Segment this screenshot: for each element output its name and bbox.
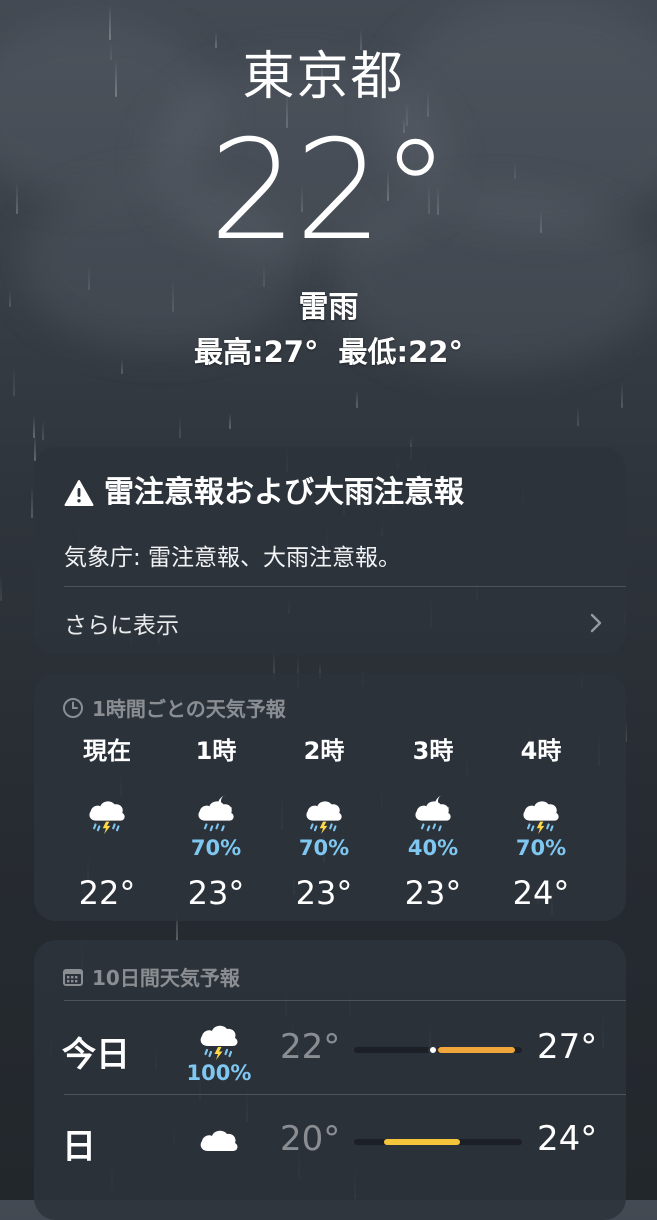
show-more-button[interactable]: さらに表示 — [64, 603, 602, 643]
rain-drop — [621, 383, 623, 408]
hourly-forecast-item: 1時 70% 23° — [161, 733, 271, 913]
low-temperature: 最低:22° — [338, 335, 463, 369]
hourly-forecast-item: 2時 70% 23° — [269, 733, 379, 913]
hourly-forecast-item: 3時 40% 23° — [378, 733, 488, 913]
temperature-range-bar — [354, 1139, 522, 1145]
weather-condition: 雷雨 — [298, 290, 359, 325]
day-name: 日 — [62, 1127, 96, 1167]
hourly-forecast-title: 1時間ごとの天気予報 — [92, 697, 286, 721]
hour-temperature: 23° — [187, 874, 245, 912]
hour-temperature: 23° — [295, 874, 353, 912]
current-temperature-marker — [428, 1045, 438, 1055]
low-temperature: 20° — [280, 1119, 341, 1159]
hour-temperature: 2 — [595, 873, 626, 913]
weather-alert-card[interactable]: 雷注意報および大雨注意報 気象庁: 雷注意報、大雨注意報。 さらに表示 — [34, 447, 626, 655]
alert-divider — [64, 586, 626, 587]
temperature-range-fill — [438, 1047, 515, 1053]
night-rain-icon — [595, 785, 626, 835]
hour-label: 2時 — [303, 737, 345, 765]
hour-label: 1時 — [195, 737, 237, 765]
high-low-temperatures: 最高:27° 最低:22° — [0, 332, 657, 372]
hour-temperature: 24° — [512, 874, 570, 912]
chevron-right-icon — [590, 613, 602, 633]
clock-icon — [63, 697, 83, 718]
alert-title: 雷注意報および大雨注意報 — [104, 475, 464, 510]
night-rain-icon — [378, 785, 488, 835]
thunderstorm-icon — [179, 1016, 259, 1061]
precipitation-chance: 70% — [190, 836, 242, 860]
hourly-forecast-header: 1時間ごとの天気予報 — [62, 693, 286, 722]
alert-title-row: 雷注意報および大雨注意報 — [64, 473, 464, 513]
thunderstorm-icon — [52, 785, 162, 835]
thunderstorm-icon — [486, 785, 596, 835]
hour-label: 現在 — [83, 737, 131, 765]
precipitation-chance: 70% — [515, 836, 567, 860]
hour-label: 4時 — [520, 737, 562, 765]
rain-drop — [42, 420, 44, 440]
temperature-range-bar — [354, 1045, 522, 1055]
temperature-range-fill — [384, 1139, 460, 1145]
precipitation-chance: 100% — [186, 1061, 252, 1085]
hourly-forecast-item: 現在 22° — [52, 733, 162, 913]
alert-description: 気象庁: 雷注意報、大雨注意報。 — [64, 545, 402, 571]
day-weather — [179, 1124, 259, 1156]
hourly-forecast-item: 4時 70% 24° — [486, 733, 596, 913]
ten-day-forecast-header: 10日間天気予報 — [62, 962, 240, 991]
daily-forecast-row[interactable]: 日 20° 24° — [34, 1094, 626, 1186]
ten-day-forecast-title: 10日間天気予報 — [92, 966, 240, 990]
rain-drop — [31, 486, 33, 518]
precipitation-chance: 40% — [407, 836, 459, 860]
rain-drop — [33, 415, 35, 438]
high-temperature: 最高:27° — [194, 335, 319, 369]
low-temperature: 22° — [280, 1027, 341, 1067]
daily-forecast-row[interactable]: 今日 100% 22° 27° — [34, 1002, 626, 1095]
ten-day-forecast-card[interactable]: 10日間天気予報 今日 100% 22° 27° 日 20° 24° — [34, 940, 626, 1220]
calendar-icon — [63, 968, 83, 986]
hourly-forecast-card[interactable]: 1時間ごとの天気予報 現在 22° 1時 70% 23° 2時 70% 23° 3時 40% 23°… — [34, 673, 626, 921]
show-more-label: さらに表示 — [64, 613, 179, 639]
hour-temperature: 23° — [404, 874, 462, 912]
precipitation-chance: 7( — [595, 835, 626, 861]
current-temperature: 22° — [209, 110, 450, 271]
night-rain-icon — [161, 785, 271, 835]
rain-drop — [356, 390, 358, 408]
high-temperature: 27° — [537, 1027, 598, 1067]
rain-drop — [179, 416, 181, 438]
rain-drop — [577, 406, 579, 426]
rain-drop — [229, 413, 231, 429]
hour-temperature: 22° — [78, 874, 136, 912]
precipitation-chance: 70% — [298, 836, 350, 860]
hourly-forecast-list[interactable]: 現在 22° 1時 70% 23° 2時 70% 23° 3時 40% 23° 4時 70% 24° 5 7(… — [52, 733, 626, 913]
day-name: 今日 — [62, 1035, 130, 1075]
hour-label: 5 — [595, 733, 626, 769]
hourly-forecast-item: 5 7( 2 — [595, 733, 626, 913]
high-temperature: 24° — [537, 1119, 598, 1159]
rain-drop — [0, 575, 2, 601]
precipitation-chance — [52, 835, 162, 861]
thunderstorm-icon — [269, 785, 379, 835]
current-weather-header: 東京都 22° 雷雨 最高:27° 最低:22° — [0, 42, 657, 372]
rain-drop — [34, 435, 36, 461]
rain-drop — [109, 4, 111, 40]
daily-header-divider — [64, 1000, 626, 1001]
day-weather: 100% — [179, 1016, 259, 1085]
hour-label: 3時 — [412, 737, 454, 765]
city-name: 東京都 — [242, 47, 405, 107]
cloud-icon — [179, 1124, 259, 1156]
warning-triangle-icon — [64, 480, 94, 506]
